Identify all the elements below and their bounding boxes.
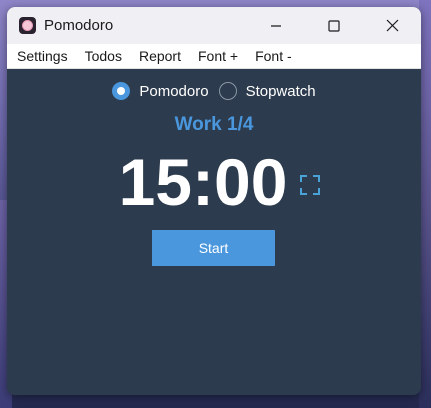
title-bar[interactable]: Pomodoro (7, 7, 421, 44)
radio-pomodoro[interactable]: Pomodoro (112, 82, 209, 100)
start-button[interactable]: Start (152, 230, 275, 266)
session-label: Work 1/4 (174, 114, 254, 135)
maximize-icon (328, 19, 340, 32)
radio-button-checked[interactable] (112, 82, 131, 100)
fullscreen-icon[interactable] (299, 174, 321, 196)
main-content: Pomodoro Stopwatch Work 1/4 15:00 Start (7, 69, 421, 395)
timer-row: 15:00 (7, 142, 421, 222)
window-title: Pomodoro (44, 17, 114, 34)
minimize-button[interactable] (247, 7, 305, 44)
menu-bar: Settings Todos Report Font + Font - (7, 44, 421, 69)
mode-selector: Pomodoro Stopwatch (7, 82, 421, 100)
window-controls (247, 7, 421, 44)
menu-font-increase[interactable]: Font + (189, 44, 246, 68)
app-icon (19, 17, 36, 34)
menu-font-decrease[interactable]: Font - (246, 44, 300, 68)
radio-stopwatch[interactable]: Stopwatch (218, 82, 316, 100)
app-window: Pomodoro Settings Todos Report Font + Fo… (7, 7, 421, 395)
menu-report[interactable]: Report (130, 44, 189, 68)
menu-todos[interactable]: Todos (76, 44, 130, 68)
radio-stopwatch-label[interactable]: Stopwatch (246, 83, 316, 100)
radio-pomodoro-label[interactable]: Pomodoro (139, 83, 208, 100)
maximize-button[interactable] (305, 7, 363, 44)
close-icon (386, 19, 398, 32)
menu-settings[interactable]: Settings (7, 44, 76, 68)
minimize-icon (271, 24, 281, 27)
close-button[interactable] (363, 7, 421, 44)
timer-display: 15:00 (118, 145, 288, 219)
radio-button-unchecked[interactable] (218, 82, 237, 100)
